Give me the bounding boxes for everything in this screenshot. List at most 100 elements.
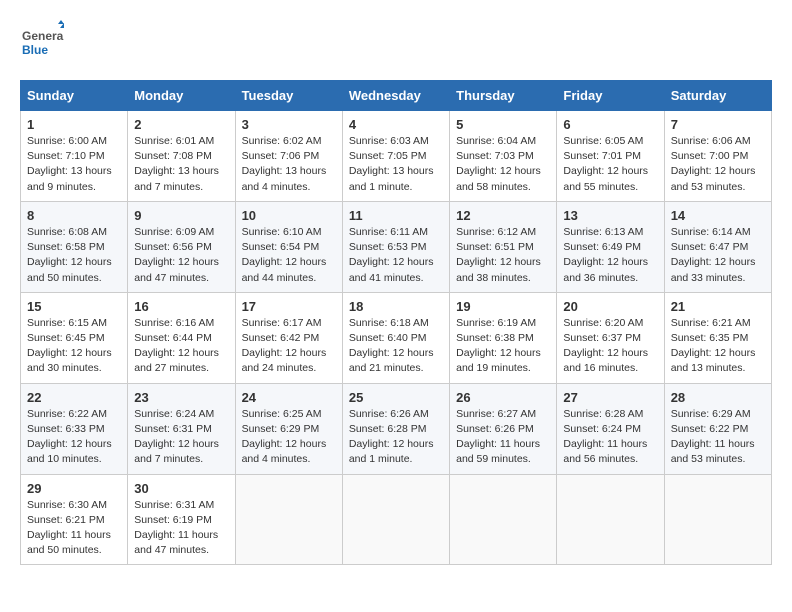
day-number: 14 [671, 208, 765, 223]
day-number: 2 [134, 117, 228, 132]
day-number: 21 [671, 299, 765, 314]
day-info: Sunrise: 6:16 AMSunset: 6:44 PMDaylight:… [134, 317, 219, 375]
day-number: 10 [242, 208, 336, 223]
logo-icon: General Blue [20, 20, 64, 64]
calendar-cell: 9 Sunrise: 6:09 AMSunset: 6:56 PMDayligh… [128, 201, 235, 292]
day-info: Sunrise: 6:09 AMSunset: 6:56 PMDaylight:… [134, 226, 219, 284]
day-info: Sunrise: 6:02 AMSunset: 7:06 PMDaylight:… [242, 135, 327, 193]
day-info: Sunrise: 6:25 AMSunset: 6:29 PMDaylight:… [242, 408, 327, 466]
day-info: Sunrise: 6:27 AMSunset: 6:26 PMDaylight:… [456, 408, 540, 466]
calendar-cell [450, 474, 557, 565]
day-number: 1 [27, 117, 121, 132]
day-info: Sunrise: 6:18 AMSunset: 6:40 PMDaylight:… [349, 317, 434, 375]
day-number: 7 [671, 117, 765, 132]
day-info: Sunrise: 6:24 AMSunset: 6:31 PMDaylight:… [134, 408, 219, 466]
calendar-cell: 19 Sunrise: 6:19 AMSunset: 6:38 PMDaylig… [450, 292, 557, 383]
calendar-cell: 27 Sunrise: 6:28 AMSunset: 6:24 PMDaylig… [557, 383, 664, 474]
weekday-header-monday: Monday [128, 81, 235, 111]
calendar-cell: 4 Sunrise: 6:03 AMSunset: 7:05 PMDayligh… [342, 111, 449, 202]
calendar-table: SundayMondayTuesdayWednesdayThursdayFrid… [20, 80, 772, 565]
day-info: Sunrise: 6:19 AMSunset: 6:38 PMDaylight:… [456, 317, 541, 375]
calendar-cell: 29 Sunrise: 6:30 AMSunset: 6:21 PMDaylig… [21, 474, 128, 565]
calendar-cell: 6 Sunrise: 6:05 AMSunset: 7:01 PMDayligh… [557, 111, 664, 202]
calendar-cell: 12 Sunrise: 6:12 AMSunset: 6:51 PMDaylig… [450, 201, 557, 292]
day-info: Sunrise: 6:28 AMSunset: 6:24 PMDaylight:… [563, 408, 647, 466]
calendar-cell: 26 Sunrise: 6:27 AMSunset: 6:26 PMDaylig… [450, 383, 557, 474]
day-info: Sunrise: 6:13 AMSunset: 6:49 PMDaylight:… [563, 226, 648, 284]
day-info: Sunrise: 6:11 AMSunset: 6:53 PMDaylight:… [349, 226, 434, 284]
calendar-cell: 5 Sunrise: 6:04 AMSunset: 7:03 PMDayligh… [450, 111, 557, 202]
calendar-cell: 7 Sunrise: 6:06 AMSunset: 7:00 PMDayligh… [664, 111, 771, 202]
day-info: Sunrise: 6:10 AMSunset: 6:54 PMDaylight:… [242, 226, 327, 284]
day-number: 28 [671, 390, 765, 405]
calendar-cell: 21 Sunrise: 6:21 AMSunset: 6:35 PMDaylig… [664, 292, 771, 383]
calendar-cell: 11 Sunrise: 6:11 AMSunset: 6:53 PMDaylig… [342, 201, 449, 292]
day-info: Sunrise: 6:21 AMSunset: 6:35 PMDaylight:… [671, 317, 756, 375]
day-info: Sunrise: 6:15 AMSunset: 6:45 PMDaylight:… [27, 317, 112, 375]
calendar-cell: 24 Sunrise: 6:25 AMSunset: 6:29 PMDaylig… [235, 383, 342, 474]
day-number: 24 [242, 390, 336, 405]
day-info: Sunrise: 6:03 AMSunset: 7:05 PMDaylight:… [349, 135, 434, 193]
day-info: Sunrise: 6:17 AMSunset: 6:42 PMDaylight:… [242, 317, 327, 375]
day-number: 12 [456, 208, 550, 223]
calendar-cell: 10 Sunrise: 6:10 AMSunset: 6:54 PMDaylig… [235, 201, 342, 292]
day-number: 8 [27, 208, 121, 223]
weekday-header-friday: Friday [557, 81, 664, 111]
day-number: 15 [27, 299, 121, 314]
day-number: 3 [242, 117, 336, 132]
day-number: 23 [134, 390, 228, 405]
day-number: 20 [563, 299, 657, 314]
weekday-header-sunday: Sunday [21, 81, 128, 111]
day-info: Sunrise: 6:12 AMSunset: 6:51 PMDaylight:… [456, 226, 541, 284]
calendar-cell [235, 474, 342, 565]
calendar-cell: 1 Sunrise: 6:00 AMSunset: 7:10 PMDayligh… [21, 111, 128, 202]
day-info: Sunrise: 6:00 AMSunset: 7:10 PMDaylight:… [27, 135, 112, 193]
day-number: 25 [349, 390, 443, 405]
calendar-cell: 25 Sunrise: 6:26 AMSunset: 6:28 PMDaylig… [342, 383, 449, 474]
day-number: 9 [134, 208, 228, 223]
day-info: Sunrise: 6:08 AMSunset: 6:58 PMDaylight:… [27, 226, 112, 284]
calendar-cell [557, 474, 664, 565]
day-info: Sunrise: 6:26 AMSunset: 6:28 PMDaylight:… [349, 408, 434, 466]
day-number: 27 [563, 390, 657, 405]
day-info: Sunrise: 6:04 AMSunset: 7:03 PMDaylight:… [456, 135, 541, 193]
day-number: 18 [349, 299, 443, 314]
calendar-cell [664, 474, 771, 565]
day-number: 19 [456, 299, 550, 314]
day-number: 29 [27, 481, 121, 496]
day-number: 22 [27, 390, 121, 405]
svg-text:Blue: Blue [22, 43, 48, 57]
page-header: General Blue [20, 20, 772, 64]
calendar-cell: 14 Sunrise: 6:14 AMSunset: 6:47 PMDaylig… [664, 201, 771, 292]
logo: General Blue [20, 20, 64, 64]
day-number: 6 [563, 117, 657, 132]
day-info: Sunrise: 6:29 AMSunset: 6:22 PMDaylight:… [671, 408, 755, 466]
calendar-cell: 30 Sunrise: 6:31 AMSunset: 6:19 PMDaylig… [128, 474, 235, 565]
weekday-header-wednesday: Wednesday [342, 81, 449, 111]
calendar-cell [342, 474, 449, 565]
weekday-header-tuesday: Tuesday [235, 81, 342, 111]
day-info: Sunrise: 6:05 AMSunset: 7:01 PMDaylight:… [563, 135, 648, 193]
day-info: Sunrise: 6:20 AMSunset: 6:37 PMDaylight:… [563, 317, 648, 375]
day-number: 5 [456, 117, 550, 132]
day-number: 4 [349, 117, 443, 132]
day-info: Sunrise: 6:22 AMSunset: 6:33 PMDaylight:… [27, 408, 112, 466]
calendar-cell: 18 Sunrise: 6:18 AMSunset: 6:40 PMDaylig… [342, 292, 449, 383]
day-number: 17 [242, 299, 336, 314]
day-number: 26 [456, 390, 550, 405]
calendar-cell: 20 Sunrise: 6:20 AMSunset: 6:37 PMDaylig… [557, 292, 664, 383]
calendar-cell: 15 Sunrise: 6:15 AMSunset: 6:45 PMDaylig… [21, 292, 128, 383]
day-info: Sunrise: 6:01 AMSunset: 7:08 PMDaylight:… [134, 135, 219, 193]
calendar-cell: 28 Sunrise: 6:29 AMSunset: 6:22 PMDaylig… [664, 383, 771, 474]
calendar-cell: 3 Sunrise: 6:02 AMSunset: 7:06 PMDayligh… [235, 111, 342, 202]
day-info: Sunrise: 6:14 AMSunset: 6:47 PMDaylight:… [671, 226, 756, 284]
calendar-cell: 2 Sunrise: 6:01 AMSunset: 7:08 PMDayligh… [128, 111, 235, 202]
svg-text:General: General [22, 29, 64, 43]
calendar-cell: 22 Sunrise: 6:22 AMSunset: 6:33 PMDaylig… [21, 383, 128, 474]
calendar-cell: 23 Sunrise: 6:24 AMSunset: 6:31 PMDaylig… [128, 383, 235, 474]
day-info: Sunrise: 6:30 AMSunset: 6:21 PMDaylight:… [27, 499, 111, 557]
day-info: Sunrise: 6:31 AMSunset: 6:19 PMDaylight:… [134, 499, 218, 557]
day-number: 30 [134, 481, 228, 496]
weekday-header-saturday: Saturday [664, 81, 771, 111]
day-info: Sunrise: 6:06 AMSunset: 7:00 PMDaylight:… [671, 135, 756, 193]
